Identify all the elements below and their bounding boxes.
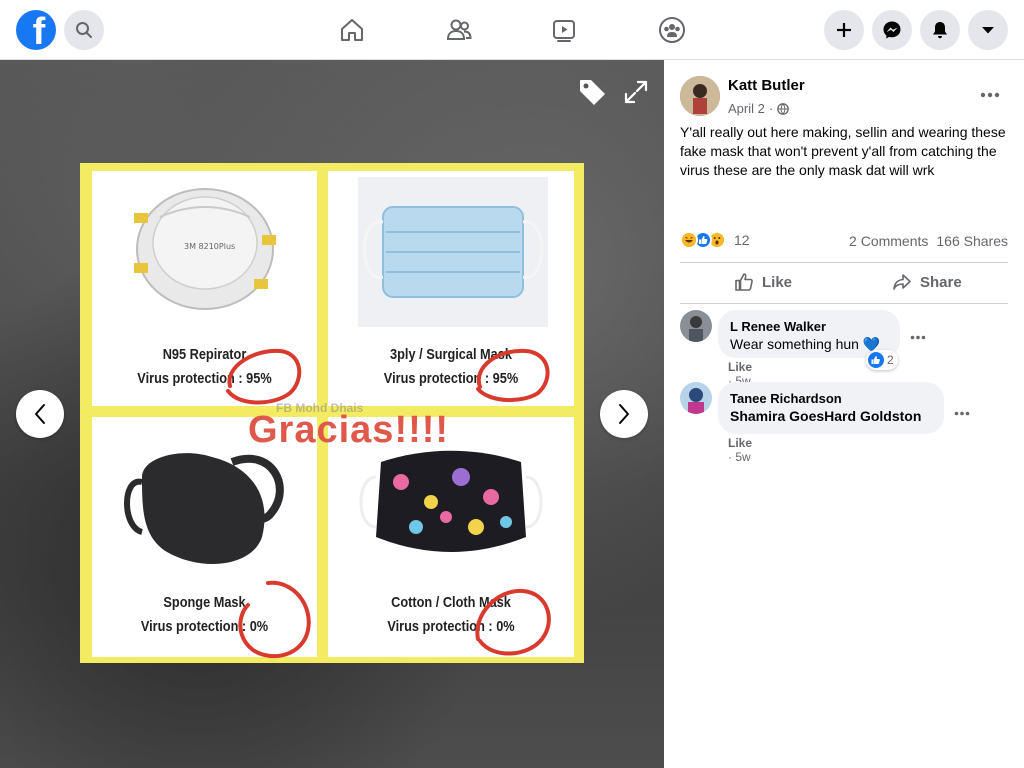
facebook-logo[interactable]: f	[16, 10, 56, 50]
surgical-mask-image	[358, 177, 548, 327]
comment-text[interactable]: Shamira GoesHard Goldston	[730, 407, 932, 426]
messenger-icon	[883, 21, 901, 39]
comment-time[interactable]: 5w	[735, 450, 750, 464]
comment-reaction-count: 2	[887, 353, 894, 367]
n95-mask-image: 3M 8210Plus	[134, 188, 276, 310]
create-button[interactable]	[824, 10, 864, 50]
comment-author[interactable]: L Renee Walker	[730, 318, 888, 335]
nav-groups[interactable]	[656, 14, 688, 46]
share-label: Share	[920, 273, 962, 291]
tag-icon	[580, 80, 605, 105]
comments-count[interactable]: 2 Comments	[849, 233, 928, 249]
like-icon	[735, 273, 753, 291]
comment-bubble: Tanee Richardson Shamira GoesHard Goldst…	[718, 382, 944, 434]
previous-photo-button[interactable]	[16, 390, 64, 438]
red-circle-annotation	[476, 348, 550, 403]
date-separator: ·	[768, 101, 774, 116]
comment-like-link[interactable]: Like	[728, 360, 752, 374]
shares-count[interactable]: 166 Shares	[936, 233, 1008, 249]
comment-options-button[interactable]	[954, 400, 970, 421]
search-icon	[76, 22, 92, 38]
post-details-panel: Katt Butler April 2 · Y'all really out h…	[664, 60, 1024, 768]
nav-home[interactable]	[336, 14, 368, 46]
previous-arrow-icon	[35, 404, 45, 424]
groups-icon	[659, 17, 685, 43]
photo-cell-n95: 3M 8210Plus N95 Repirator Virus protecti…	[92, 171, 317, 406]
photo-cell-surgical: 3ply / Surgical Mask Virus protection : …	[328, 171, 574, 406]
photo-viewer: 3M 8210Plus N95 Repirator Virus protecti…	[0, 60, 664, 768]
reaction-count: 12	[734, 232, 750, 248]
globe-icon	[777, 102, 790, 115]
gracias-overlay-text: Gracias!!!!	[248, 409, 450, 451]
comment-like-link[interactable]: Like	[728, 436, 752, 450]
plus-icon	[837, 23, 851, 37]
more-options-icon	[980, 92, 1000, 98]
engagement-stats: 2 Comments 166 Shares	[849, 233, 1008, 249]
messenger-button[interactable]	[872, 10, 912, 50]
more-options-icon	[910, 335, 926, 340]
divider	[680, 303, 1008, 304]
tag-photo-button[interactable]	[576, 76, 608, 108]
comment-reaction-badge[interactable]: 2	[866, 350, 898, 370]
haha-reaction-icon	[680, 231, 698, 249]
nav-watch[interactable]	[548, 14, 580, 46]
next-arrow-icon	[619, 404, 629, 424]
like-reaction-icon	[868, 352, 884, 368]
comment-author[interactable]: Tanee Richardson	[730, 390, 932, 407]
commenter-avatar[interactable]	[680, 382, 712, 414]
comment-meta-separator: ·	[728, 450, 732, 464]
comment-text-body: Wear something hun	[730, 336, 859, 352]
account-menu-icon	[982, 27, 994, 34]
top-navigation-bar: f	[0, 0, 1024, 60]
facebook-logo-letter: f	[32, 11, 46, 50]
red-circle-annotation	[475, 588, 551, 656]
expand-icon	[624, 80, 648, 104]
next-photo-button[interactable]	[600, 390, 648, 438]
red-circle-annotation	[238, 580, 311, 659]
post-author-name[interactable]: Katt Butler	[728, 77, 805, 94]
svg-text:3M 8210Plus: 3M 8210Plus	[184, 242, 235, 251]
home-icon	[341, 19, 363, 41]
comment-meta: Like · 5w	[728, 436, 752, 464]
cloth-mask-image	[359, 450, 543, 552]
notifications-icon	[933, 22, 947, 39]
watch-icon	[553, 20, 575, 42]
photo-cell-sponge: Sponge Mask Virus protection : 0%	[92, 417, 317, 659]
share-icon	[893, 274, 911, 290]
search-button[interactable]	[64, 10, 104, 50]
post-photo: 3M 8210Plus N95 Repirator Virus protecti…	[80, 163, 584, 663]
fullscreen-button[interactable]	[620, 76, 652, 108]
like-button[interactable]: Like	[734, 272, 792, 292]
share-button[interactable]: Share	[892, 272, 962, 292]
post-date: April 2 ·	[728, 101, 790, 116]
photo-cell-cloth: Cotton / Cloth Mask Virus protection : 0…	[328, 417, 574, 657]
account-menu-button[interactable]	[968, 10, 1008, 50]
post-body-text: Y'all really out here making, sellin and…	[680, 124, 1006, 178]
comment-options-button[interactable]	[910, 324, 926, 345]
notifications-button[interactable]	[920, 10, 960, 50]
reaction-summary[interactable]: 12	[680, 231, 750, 249]
friends-icon	[446, 19, 472, 40]
comment-text: Wear something hun 💙	[730, 335, 888, 354]
nav-friends[interactable]	[443, 14, 475, 46]
sponge-mask-image	[124, 453, 284, 564]
avatar-photo	[680, 76, 720, 116]
divider	[680, 262, 1008, 263]
post-options-button[interactable]	[980, 82, 1000, 103]
post-date-text[interactable]: April 2	[728, 101, 765, 116]
author-avatar[interactable]	[680, 76, 720, 116]
like-label: Like	[762, 273, 793, 291]
commenter-avatar[interactable]	[680, 310, 712, 342]
more-options-icon	[954, 411, 970, 416]
